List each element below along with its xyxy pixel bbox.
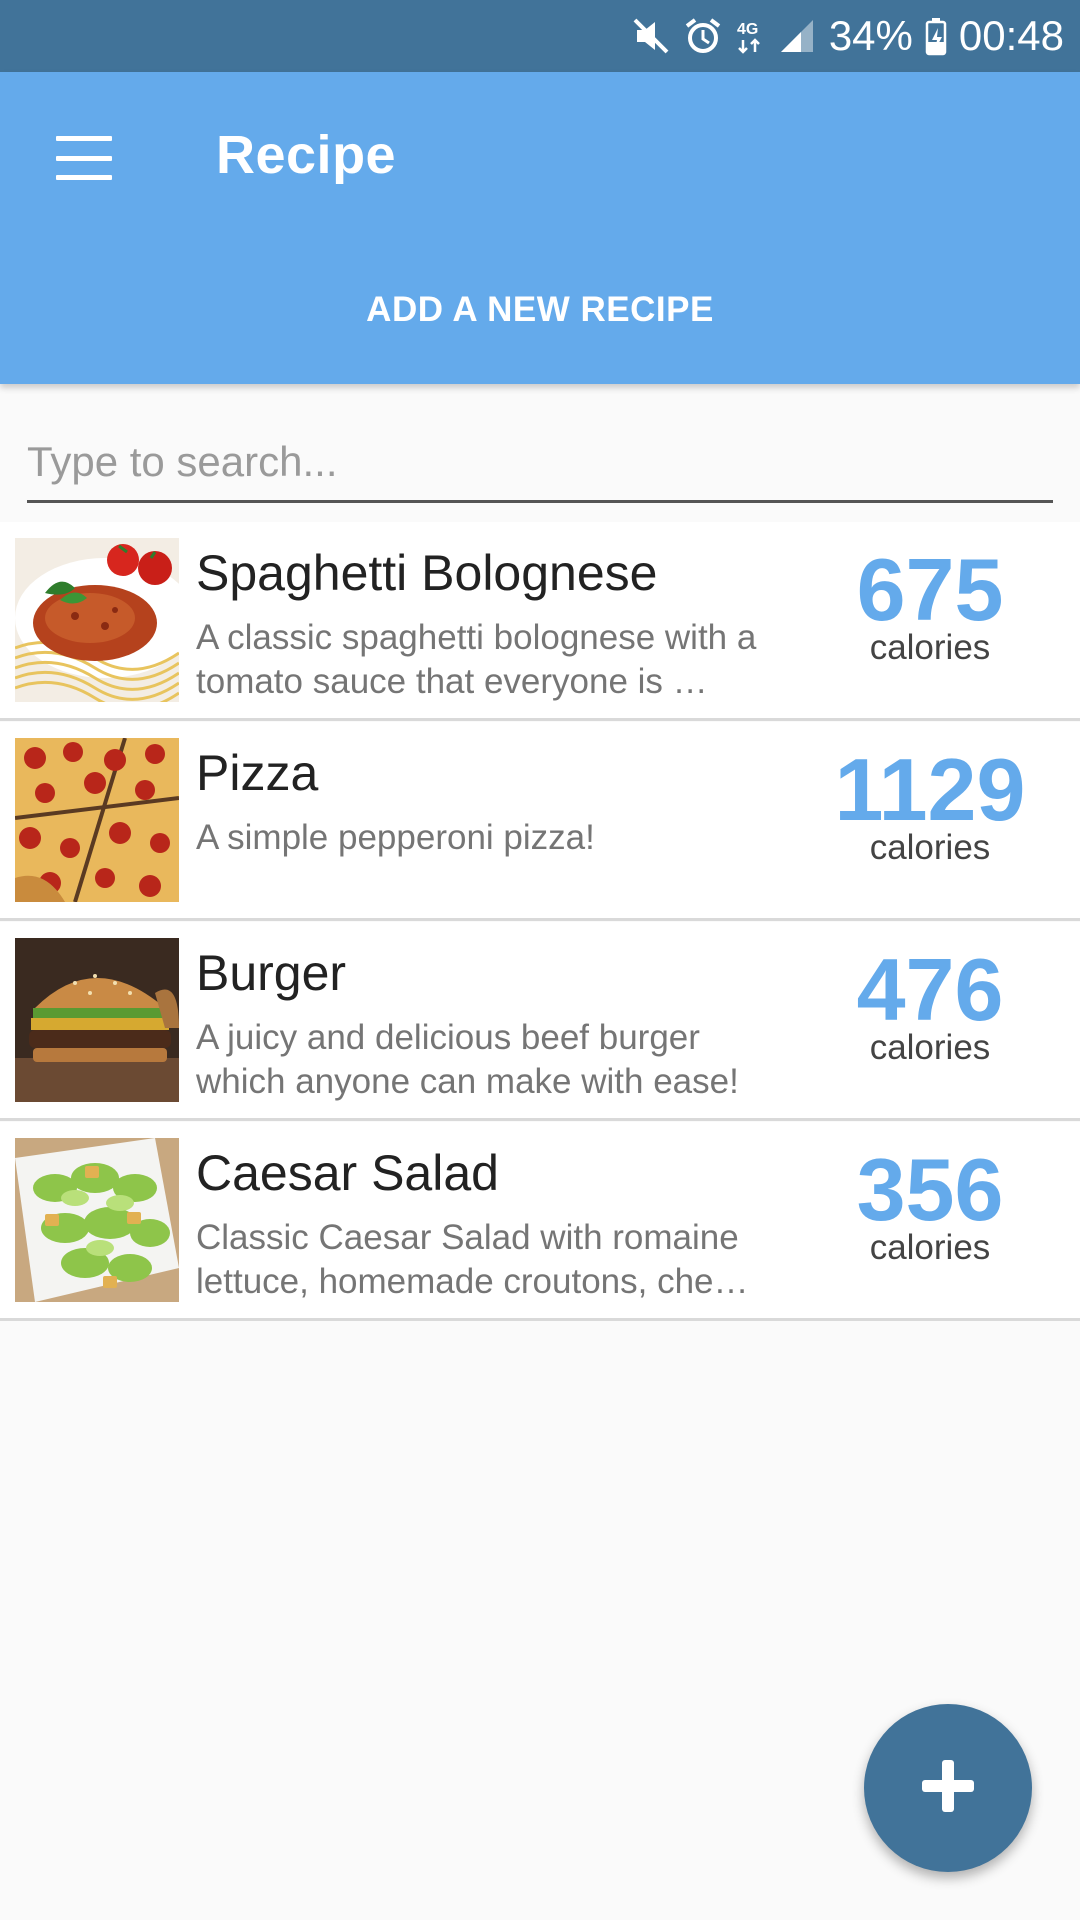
status-bar: 4G 34% 00:48 [0, 0, 1080, 72]
calories-value: 1129 [834, 740, 1026, 839]
svg-text:4G: 4G [737, 21, 758, 38]
recipe-description: A simple pepperoni pizza! [196, 818, 595, 857]
recipe-item-spaghetti-bolognese[interactable]: Spaghetti Bolognese A classic spaghetti … [0, 522, 1080, 721]
recipe-description: Classic Caesar Salad with romaine lettuc… [196, 1218, 749, 1301]
recipe-title: Pizza [196, 745, 319, 801]
signal-icon [777, 16, 817, 56]
recipe-item-pizza[interactable]: Pizza A simple pepperoni pizza! 1129 cal… [0, 722, 1080, 921]
caesar-salad-photo [15, 1138, 179, 1302]
pepperoni-pizza-photo [15, 738, 179, 902]
beef-burger-photo [15, 938, 179, 1102]
recipe-title: Spaghetti Bolognese [196, 545, 658, 601]
page-title: Recipe [216, 125, 397, 185]
calories-value: 356 [856, 1140, 1004, 1239]
spaghetti-bolognese-photo [15, 538, 179, 702]
network-4g-icon: 4G [735, 16, 765, 56]
recipe-title: Caesar Salad [196, 1145, 499, 1201]
recipe-description: A juicy and delicious beef burger which … [196, 1018, 739, 1101]
calories-value: 675 [856, 540, 1004, 639]
clock: 00:48 [958, 12, 1064, 59]
battery-percent: 34% [828, 12, 913, 59]
calories-label: calories [869, 628, 991, 667]
recipe-item-caesar-salad[interactable]: Caesar Salad Classic Caesar Salad with r… [0, 1122, 1080, 1321]
calories-label: calories [869, 1028, 991, 1067]
search-field [27, 432, 1053, 503]
hamburger-menu-icon[interactable] [56, 136, 112, 180]
calories-box: 1129 calories [810, 744, 1050, 866]
recipe-item-burger[interactable]: Burger A juicy and delicious beef burger… [0, 922, 1080, 1121]
battery-icon [925, 16, 947, 56]
calories-box: 675 calories [810, 544, 1050, 666]
recipe-title: Burger [196, 945, 347, 1001]
recipe-list: Spaghetti Bolognese A classic spaghetti … [0, 522, 1080, 1322]
alarm-icon [683, 16, 723, 56]
calories-value: 476 [856, 940, 1004, 1039]
plus-icon [918, 1756, 978, 1821]
status-icons: 4G 34% 00:48 [631, 0, 1064, 72]
search-input[interactable] [27, 432, 1053, 492]
calories-label: calories [869, 1228, 991, 1267]
calories-box: 356 calories [810, 1144, 1050, 1266]
calories-box: 476 calories [810, 944, 1050, 1066]
add-recipe-fab[interactable] [864, 1704, 1032, 1872]
mute-icon [631, 16, 671, 56]
app-bar: Recipe ADD A NEW RECIPE [0, 72, 1080, 384]
add-new-recipe-button[interactable]: ADD A NEW RECIPE [0, 290, 1080, 330]
recipe-description: A classic spaghetti bolognese with a tom… [196, 618, 757, 701]
